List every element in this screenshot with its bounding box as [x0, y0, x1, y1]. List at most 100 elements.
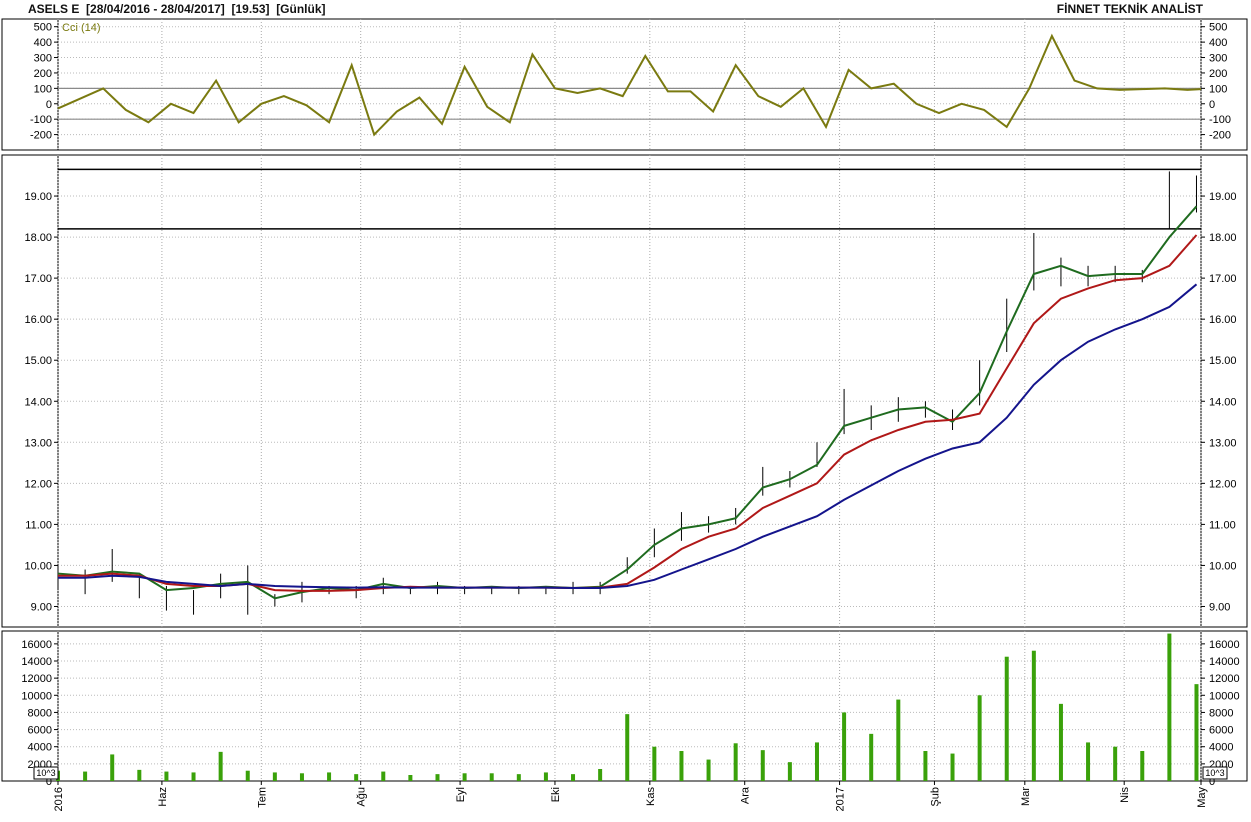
volume-bar [1031, 650, 1036, 781]
price-right-tick-label: 10.00 [1209, 560, 1237, 572]
volume-bar [1058, 703, 1063, 781]
cci-right-tick-label: 0 [1209, 99, 1215, 111]
price-right-tick-label: 13.00 [1209, 437, 1237, 449]
price-left-tick-label: 12.00 [24, 478, 52, 490]
price-left-tick-label: 13.00 [24, 437, 52, 449]
price-right-tick-label: 11.00 [1209, 519, 1236, 531]
cci-panel: 500 500 400 400 300 300 200 200 100 100 0 0 -100 -100… [30, 22, 1231, 142]
volume-right-tick-label: 14000 [1209, 656, 1240, 668]
volume-bar [1113, 746, 1118, 781]
volume-bar [1194, 684, 1199, 781]
volume-bar [896, 699, 901, 781]
x-axis-label: Ağu [356, 787, 368, 807]
volume-bar [814, 742, 819, 781]
volume-unit-label-right: 10^3 [1205, 768, 1224, 778]
volume-right-tick-label: 10000 [1209, 690, 1240, 702]
volume-bar [110, 754, 115, 781]
cci-right-tick-label: 500 [1209, 22, 1227, 34]
volume-bar [733, 743, 738, 781]
cci-legend-label: Cci (14) [62, 22, 101, 34]
volume-bar [381, 771, 386, 781]
volume-bar [760, 750, 765, 781]
price-panel: 9.00 9.00 10.00 10.00 11.00 11.00 12.00 12.00 13… [24, 168, 1237, 615]
volume-panel: 2000 20004000 40006000 60008000 800010000 100… [21, 633, 1240, 788]
volume-bar [83, 771, 88, 781]
price-panel-frame [1, 154, 1248, 628]
ma_short-line [57, 205, 1198, 600]
volume-bar [598, 769, 603, 781]
volume-bar [679, 751, 684, 781]
volume-bar [571, 774, 576, 781]
ma_mid-line [58, 234, 1198, 592]
x-axis-label: Mar [1020, 787, 1032, 806]
cci-right-tick-label: 300 [1209, 53, 1227, 65]
volume-left-tick-label: 14000 [21, 656, 52, 668]
cci-right-tick-label: -100 [1209, 114, 1231, 126]
price-right-tick-label: 17.00 [1209, 273, 1237, 285]
volume-right-tick-label: 6000 [1209, 725, 1233, 737]
volume-bar [1167, 633, 1172, 781]
price-right-tick-label: 18.00 [1209, 232, 1237, 244]
volume-bar [1086, 742, 1091, 781]
volume-bar [625, 714, 630, 781]
panel-frames [1, 18, 1248, 782]
x-axis-label: Haz [157, 787, 169, 807]
x-axis-label: Ara [740, 786, 752, 804]
price-left-tick-label: 15.00 [24, 355, 52, 367]
volume-bar [272, 772, 277, 781]
price-right-tick-label: 16.00 [1209, 314, 1237, 326]
volume-bar [516, 774, 521, 781]
cci-left-tick-label: 500 [34, 22, 52, 34]
volume-bar [408, 775, 413, 781]
price-right-tick-label: 14.00 [1209, 396, 1237, 408]
ma_long-line [58, 283, 1198, 589]
volume-left-tick-label: 10000 [21, 690, 52, 702]
price-left-tick-label: 9.00 [31, 601, 52, 613]
volume-right-tick-label: 16000 [1209, 639, 1240, 651]
cci-left-tick-label: 400 [34, 37, 52, 49]
cci-left-tick-label: 100 [34, 83, 52, 95]
volume-bar [977, 695, 982, 781]
cci-right-tick-label: 200 [1209, 68, 1227, 80]
volume-bar [462, 773, 467, 781]
volume-unit-label-left: 10^3 [36, 768, 55, 778]
price-right-tick-label: 12.00 [1209, 478, 1237, 490]
price-left-tick-label: 11.00 [25, 519, 52, 531]
price-left-tick-label: 14.00 [24, 396, 52, 408]
volume-bar [164, 771, 169, 781]
volume-bar [543, 772, 548, 781]
volume-bar [923, 751, 928, 781]
volume-left-tick-label: 4000 [28, 742, 52, 754]
x-axis-label: 2016 [53, 787, 65, 811]
volume-bar [218, 751, 223, 781]
volume-bar [435, 774, 440, 781]
volume-bar [191, 772, 196, 781]
technical-chart: 500 500400 400300 300200 200100 1000 0-100 -100… [1, 18, 1248, 811]
cci-right-tick-label: 400 [1209, 37, 1227, 49]
cci-left-tick-label: 300 [34, 53, 52, 65]
volume-bar [1004, 656, 1009, 781]
volume-bar [869, 733, 874, 781]
cci-left-tick-label: -200 [30, 130, 52, 142]
volume-bar [842, 712, 847, 781]
cci-left-tick-label: 200 [34, 68, 52, 80]
volume-right-tick-label: 4000 [1209, 742, 1233, 754]
cci-line [57, 33, 1202, 137]
x-axis-label: May [1196, 787, 1208, 808]
x-axis-label: Tem [256, 787, 268, 808]
volume-bar [299, 773, 304, 781]
x-axis-label: Eyl [455, 787, 467, 802]
volume-right-tick-label: 12000 [1209, 673, 1240, 685]
volume-left-tick-label: 12000 [21, 673, 52, 685]
price-right-tick-label: 19.00 [1209, 191, 1237, 203]
price-left-tick-label: 19.00 [24, 191, 52, 203]
volume-bar [706, 759, 711, 781]
x-axis-label: Şub [929, 787, 941, 807]
price-left-tick-label: 17.00 [24, 273, 52, 285]
volume-bar [652, 746, 657, 781]
volume-bar [1140, 751, 1145, 781]
volume-right-tick-label: 8000 [1209, 707, 1233, 719]
volume-left-tick-label: 16000 [21, 639, 52, 651]
volume-bar [787, 762, 792, 781]
x-axis-label: 2017 [835, 787, 847, 811]
